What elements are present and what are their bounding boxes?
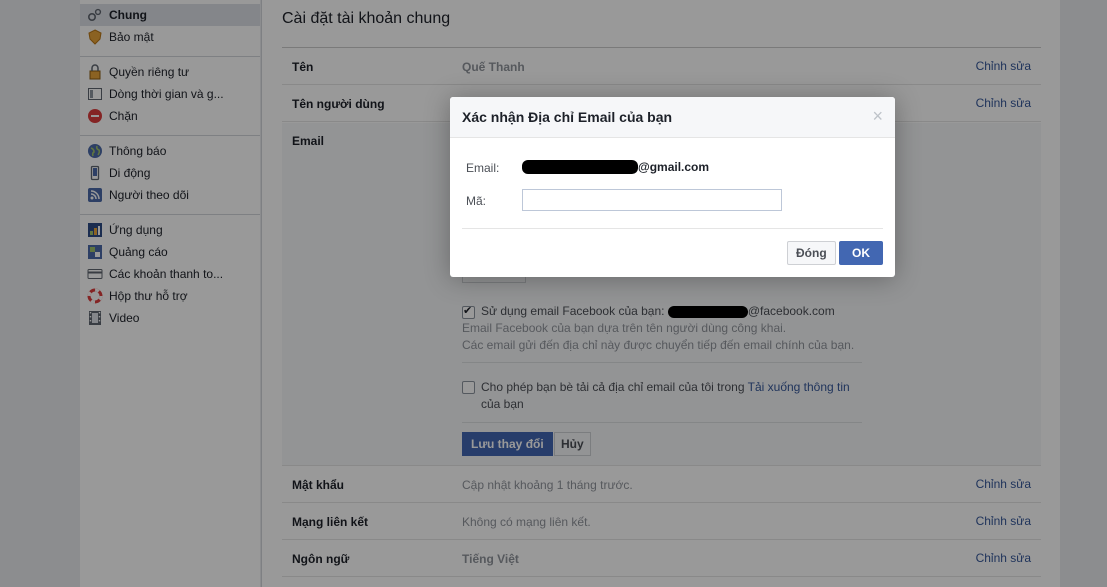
modal-overlay[interactable] xyxy=(0,0,1107,587)
close-button[interactable]: Đóng xyxy=(787,241,836,265)
email-value: @gmail.com xyxy=(522,160,709,174)
dialog-header: Xác nhận Địa chỉ Email của bạn × xyxy=(450,97,895,138)
confirm-email-dialog: Xác nhận Địa chỉ Email của bạn × Email: … xyxy=(450,97,895,277)
close-icon[interactable]: × xyxy=(872,107,883,125)
email-domain: @gmail.com xyxy=(638,160,710,174)
code-input[interactable] xyxy=(522,189,782,211)
page: Chung Bảo mật Quyền riêng tư Dòng thời g… xyxy=(0,0,1107,587)
email-label: Email: xyxy=(466,161,500,175)
redacted-block xyxy=(522,160,638,174)
dialog-title: Xác nhận Địa chỉ Email của bạn xyxy=(462,109,673,125)
dialog-divider xyxy=(462,228,883,229)
ok-button[interactable]: OK xyxy=(839,241,883,265)
code-label: Mã: xyxy=(466,194,487,208)
